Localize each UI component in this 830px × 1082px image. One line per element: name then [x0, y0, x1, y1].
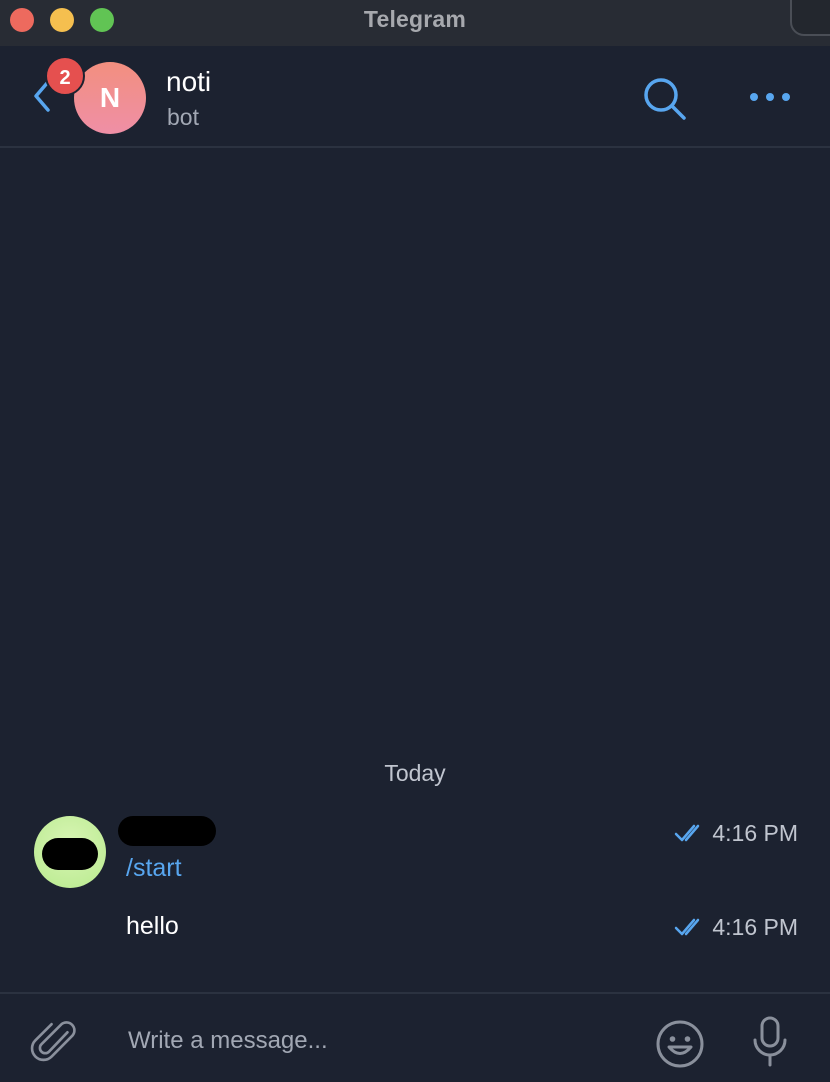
sender-avatar[interactable]	[34, 816, 106, 888]
chat-header: 2 N noti bot	[0, 46, 830, 148]
message-input[interactable]	[126, 1018, 630, 1064]
window-corner-control	[790, 0, 830, 36]
paperclip-icon	[30, 1021, 76, 1062]
message-text-command[interactable]: /start	[126, 854, 182, 883]
window-title: Telegram	[363, 6, 467, 32]
message-text[interactable]: hello	[126, 912, 179, 941]
chat-title[interactable]: noti	[166, 66, 211, 98]
message-composer	[0, 992, 830, 1082]
voice-message-button[interactable]	[750, 1014, 790, 1070]
redacted-sender-name	[118, 816, 216, 846]
double-check-icon	[675, 824, 700, 842]
emoji-button[interactable]	[654, 1018, 706, 1070]
message-time: 4:16 PM	[712, 913, 798, 940]
double-check-icon	[675, 918, 700, 936]
search-button[interactable]	[641, 76, 689, 122]
message-meta: 4:16 PM	[674, 818, 798, 848]
smiley-icon	[656, 1020, 704, 1068]
more-dots-icon	[750, 93, 790, 101]
search-icon	[644, 78, 686, 120]
message-meta: 4:16 PM	[674, 912, 798, 942]
microphone-icon	[753, 1016, 787, 1067]
telegram-window: Telegram 2 N noti bot Today /start 4:16 …	[0, 0, 830, 1082]
attach-button[interactable]	[30, 1014, 80, 1068]
title-bar: Telegram	[0, 0, 830, 46]
message-list[interactable]: Today /start 4:16 PM hello 4:16 PM	[0, 148, 830, 992]
unread-count-badge: 2	[45, 56, 85, 96]
date-separator: Today	[384, 760, 446, 786]
more-options-button[interactable]	[748, 86, 792, 108]
redacted-avatar-mark	[42, 838, 98, 870]
message-time: 4:16 PM	[712, 819, 798, 846]
chat-status: bot	[167, 104, 199, 130]
